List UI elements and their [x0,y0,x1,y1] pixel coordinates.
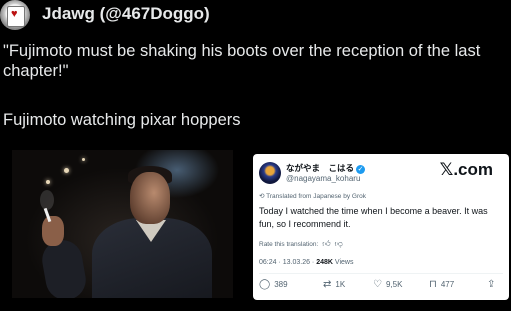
heart-suit-icon: ♥ [11,8,18,20]
post-quote: "Fujimoto must be shaking his boots over… [3,42,481,80]
repost-action: ⇄ 1K [323,279,346,290]
tweet-avatar [259,162,281,184]
repost-icon: ⇄ [323,279,332,290]
author-name[interactable]: Jdawg (@467Doggo) [42,4,210,24]
bookmark-action: ⊓ 477 [429,279,455,290]
like-action: ♡ 9,5K [373,279,403,290]
avatar[interactable]: ♥ [0,0,30,30]
post-caption: Fujimoto watching pixar hoppers [3,111,241,129]
thumbs-up-icon: 👍︎ [322,239,331,248]
tweet-author-handle: @nagayama_koharu [286,174,361,183]
share-icon: ⇪ [487,279,496,290]
heart-icon: ♡ [373,279,382,290]
embedded-tweet-screenshot[interactable]: ながやま こはる ✓ @nagayama_koharu 𝕏.com ⟲ Trans… [253,154,509,300]
x-logo-icon: 𝕏.com [439,160,493,179]
verified-badge-icon: ✓ [356,165,366,174]
media-attachment[interactable]: ながやま こはる ✓ @nagayama_koharu 𝕏.com ⟲ Trans… [2,150,510,310]
translated-note: ⟲ Translated from Japanese by Grok [259,193,366,200]
reply-action: ◯ 389 [259,279,288,290]
tweet-text: Today I watched the time when I become a… [259,206,488,229]
tweet-author-name: ながやま こはる ✓ [286,164,366,174]
thumbs-down-icon: 👎︎ [334,239,343,248]
tweet-meta: 06:24 · 13.03.26 · 248K Views [259,259,354,266]
movie-still-image[interactable] [12,150,233,298]
rate-translation: Rate this translation: 👍︎ 👎︎ [259,239,343,248]
bookmark-icon: ⊓ [429,279,437,290]
divider [259,273,503,274]
reply-icon: ◯ [259,279,271,290]
post-text: "Fujimoto must be shaking his boots over… [3,41,508,130]
share-action: ⇪ [487,279,499,290]
